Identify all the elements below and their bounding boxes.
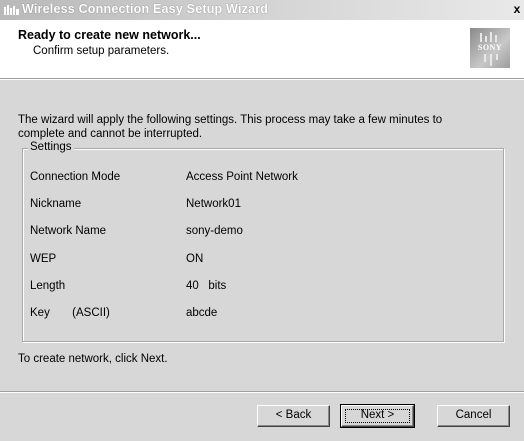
title-bar: Wireless Connection Easy Setup Wizard x xyxy=(0,0,524,20)
cancel-button[interactable]: Cancel xyxy=(437,405,510,427)
next-button-label: Next > xyxy=(360,409,395,421)
intro-text: The wizard will apply the following sett… xyxy=(18,114,443,140)
setting-value: 40 bits xyxy=(186,280,227,292)
setting-label: Nickname xyxy=(30,198,82,210)
setting-label: Length xyxy=(30,280,66,292)
window-title: Wireless Connection Easy Setup Wizard xyxy=(22,2,269,16)
setting-label: WEP xyxy=(30,253,57,265)
sony-logo: SONY xyxy=(470,28,510,68)
settings-legend: Settings xyxy=(28,141,74,153)
setting-label: Network Name xyxy=(30,225,107,237)
setting-value: abcde xyxy=(186,307,218,319)
back-button[interactable]: < Back xyxy=(257,405,330,427)
wireless-icon xyxy=(4,5,19,15)
cancel-button-label: Cancel xyxy=(455,409,492,421)
logo-text: SONY xyxy=(477,43,503,52)
signal-bars-icon xyxy=(480,32,497,42)
close-button[interactable]: x xyxy=(510,1,524,17)
page-subtitle: Confirm setup parameters. xyxy=(33,45,170,57)
signal-bars-lower-icon xyxy=(484,54,498,66)
next-button[interactable]: Next > xyxy=(340,404,415,428)
setting-value: Network01 xyxy=(186,198,241,210)
page-title: Ready to create new network... xyxy=(18,28,201,42)
footer-separator xyxy=(0,391,524,393)
setting-value: Access Point Network xyxy=(186,171,298,183)
setting-value: sony-demo xyxy=(186,225,243,237)
wizard-body: The wizard will apply the following sett… xyxy=(0,80,524,441)
wizard-header: Ready to create new network... Confirm s… xyxy=(0,20,524,78)
instruction-text: To create network, click Next. xyxy=(18,353,168,365)
setting-label: Connection Mode xyxy=(30,171,121,183)
back-button-label: < Back xyxy=(275,409,312,421)
setting-value: ON xyxy=(186,253,204,265)
setting-label: Key (ASCII) xyxy=(30,307,110,319)
